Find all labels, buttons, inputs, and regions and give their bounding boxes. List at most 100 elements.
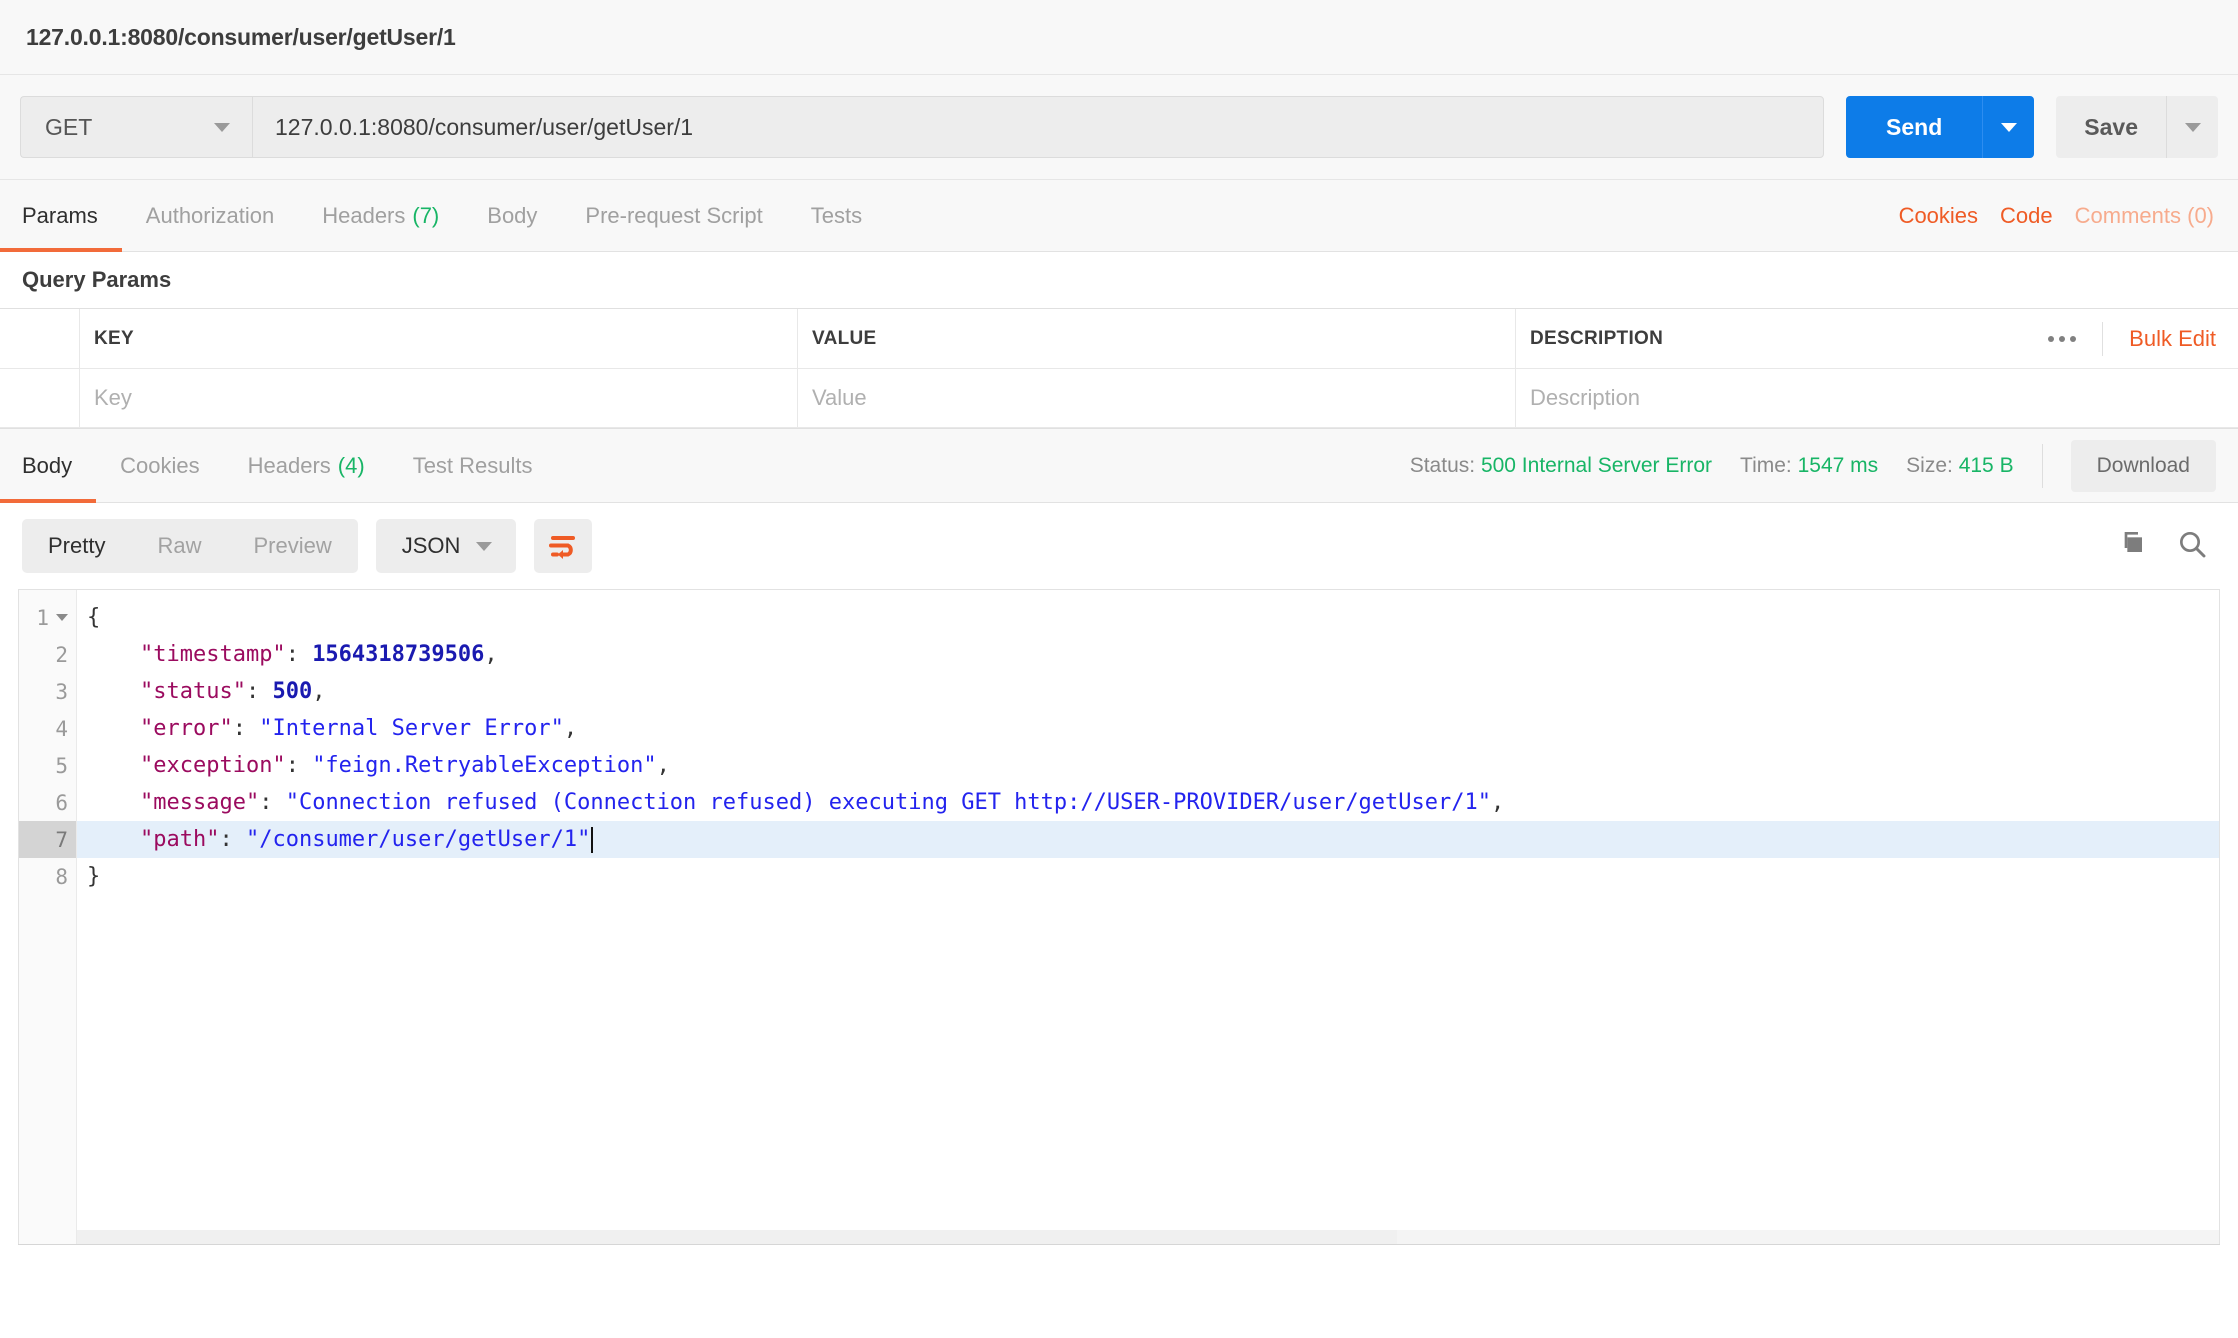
search-button[interactable]	[2176, 528, 2208, 565]
code-token: :	[232, 716, 260, 741]
download-button[interactable]: Download	[2070, 439, 2216, 492]
request-tab-bar: Params Authorization Headers (7) Body Pr…	[0, 180, 2238, 252]
http-method-dropdown[interactable]: GET	[20, 96, 252, 158]
line-number: 4	[55, 716, 68, 741]
tab-params[interactable]: Params	[0, 180, 122, 252]
status-value: 500 Internal Server Error	[1480, 453, 1713, 477]
time-value: 1547 ms	[1797, 453, 1879, 477]
line-number: 7	[19, 821, 76, 858]
viewer-bottom-border	[18, 1244, 2220, 1250]
word-wrap-toggle[interactable]	[534, 519, 593, 573]
view-mode-raw[interactable]: Raw	[131, 519, 227, 573]
code-link[interactable]: Code	[2000, 203, 2053, 229]
save-button[interactable]: Save	[2056, 96, 2166, 158]
word-wrap-icon	[549, 536, 576, 559]
search-icon	[2180, 531, 2206, 557]
code-line: {	[77, 599, 2219, 636]
time-label: Time:	[1740, 453, 1792, 477]
save-options-dropdown[interactable]	[2166, 96, 2218, 158]
request-url-input[interactable]: 127.0.0.1:8080/consumer/user/getUser/1	[252, 96, 1825, 158]
line-number-gutter: 1 2 3 4 5 6 7 8	[19, 590, 77, 1244]
view-mode-segmented-control: Pretty Raw Preview	[22, 519, 358, 573]
tab-label: Body	[487, 202, 538, 228]
code-token: "/consumer/user/getUser/1"	[245, 827, 591, 852]
code-token: 1564318739506	[312, 642, 485, 667]
code-token: :	[245, 679, 273, 704]
tab-headers[interactable]: Headers (7)	[298, 180, 463, 251]
code-token: "path"	[139, 827, 220, 852]
code-token: {	[87, 605, 101, 630]
response-tab-cookies[interactable]: Cookies	[96, 429, 223, 502]
http-method-label: GET	[45, 113, 93, 140]
response-tab-headers[interactable]: Headers (4)	[224, 429, 389, 502]
comments-link[interactable]: Comments (0)	[2075, 203, 2214, 229]
divider	[2041, 443, 2043, 488]
code-content[interactable]: { "timestamp": 1564318739506, "status": …	[77, 590, 2219, 1244]
horizontal-scrollbar[interactable]	[77, 1230, 2219, 1244]
tab-authorization[interactable]: Authorization	[122, 180, 298, 251]
scrollbar-thumb[interactable]	[77, 1230, 1397, 1244]
time-badge: Time: 1547 ms	[1740, 454, 1878, 478]
ellipsis-icon[interactable]	[2022, 321, 2104, 356]
status-label: Status:	[1409, 453, 1476, 477]
copy-button[interactable]	[2114, 528, 2146, 565]
code-token: :	[219, 827, 246, 852]
code-token: ,	[656, 753, 670, 778]
send-button[interactable]: Send	[1846, 96, 1983, 158]
line-number: 1	[19, 599, 76, 636]
column-header-value: VALUE	[798, 309, 1516, 368]
format-dropdown[interactable]: JSON	[375, 519, 517, 573]
view-mode-preview[interactable]: Preview	[227, 519, 357, 573]
code-token: "exception"	[139, 753, 286, 778]
page-title: 127.0.0.1:8080/consumer/user/getUser/1	[26, 23, 456, 50]
chevron-down-icon	[476, 519, 510, 573]
window-title-bar: 127.0.0.1:8080/consumer/user/getUser/1	[0, 0, 2238, 75]
text-cursor	[591, 826, 594, 853]
code-line: "status": 500,	[77, 673, 2219, 710]
cookies-link[interactable]: Cookies	[1899, 203, 1978, 229]
tab-label: Body	[22, 452, 73, 478]
tab-label: Authorization	[145, 202, 275, 228]
tab-label: Tests	[810, 202, 863, 228]
view-mode-pretty[interactable]: Pretty	[22, 519, 131, 573]
tab-pre-request-script[interactable]: Pre-request Script	[561, 180, 786, 251]
tab-body[interactable]: Body	[463, 180, 561, 251]
code-token: "message"	[139, 790, 260, 815]
code-line: "timestamp": 1564318739506,	[77, 636, 2219, 673]
code-line: "error": "Internal Server Error",	[77, 710, 2219, 747]
placeholder-text: Description	[1530, 385, 1641, 410]
tab-tests[interactable]: Tests	[787, 180, 886, 251]
response-tab-bar: Body Cookies Headers (4) Test Results St…	[0, 428, 2238, 503]
placeholder-text: Value	[812, 385, 867, 410]
line-number: 8	[55, 864, 68, 889]
request-tabs: Params Authorization Headers (7) Body Pr…	[0, 180, 886, 252]
column-label: VALUE	[812, 327, 877, 349]
format-label: JSON	[401, 533, 461, 558]
code-line: "exception": "feign.RetryableException",	[77, 747, 2219, 784]
param-description-input[interactable]: Description	[1516, 369, 2238, 427]
code-token: ,	[484, 642, 498, 667]
row-checkbox-cell[interactable]	[0, 369, 80, 427]
param-key-input[interactable]: Key	[80, 369, 798, 427]
body-tools-right	[2114, 528, 2216, 565]
send-options-dropdown[interactable]	[1982, 96, 2035, 158]
column-header-description: DESCRIPTION Bulk Edit	[1516, 309, 2238, 368]
size-label: Size:	[1906, 453, 1953, 477]
fold-toggle-icon[interactable]	[56, 614, 68, 621]
code-token: "status"	[139, 679, 246, 704]
send-button-group: Send	[1846, 96, 2035, 158]
chevron-down-icon	[2184, 122, 2201, 132]
param-value-input[interactable]: Value	[798, 369, 1516, 427]
line-number: 3	[55, 679, 68, 704]
response-tab-test-results[interactable]: Test Results	[389, 429, 557, 502]
tab-label: Headers	[322, 202, 406, 228]
size-badge: Size: 415 B	[1906, 454, 2013, 478]
bulk-edit-link[interactable]: Bulk Edit	[2103, 326, 2224, 352]
code-token: ,	[312, 679, 326, 704]
response-tab-body[interactable]: Body	[0, 429, 97, 503]
